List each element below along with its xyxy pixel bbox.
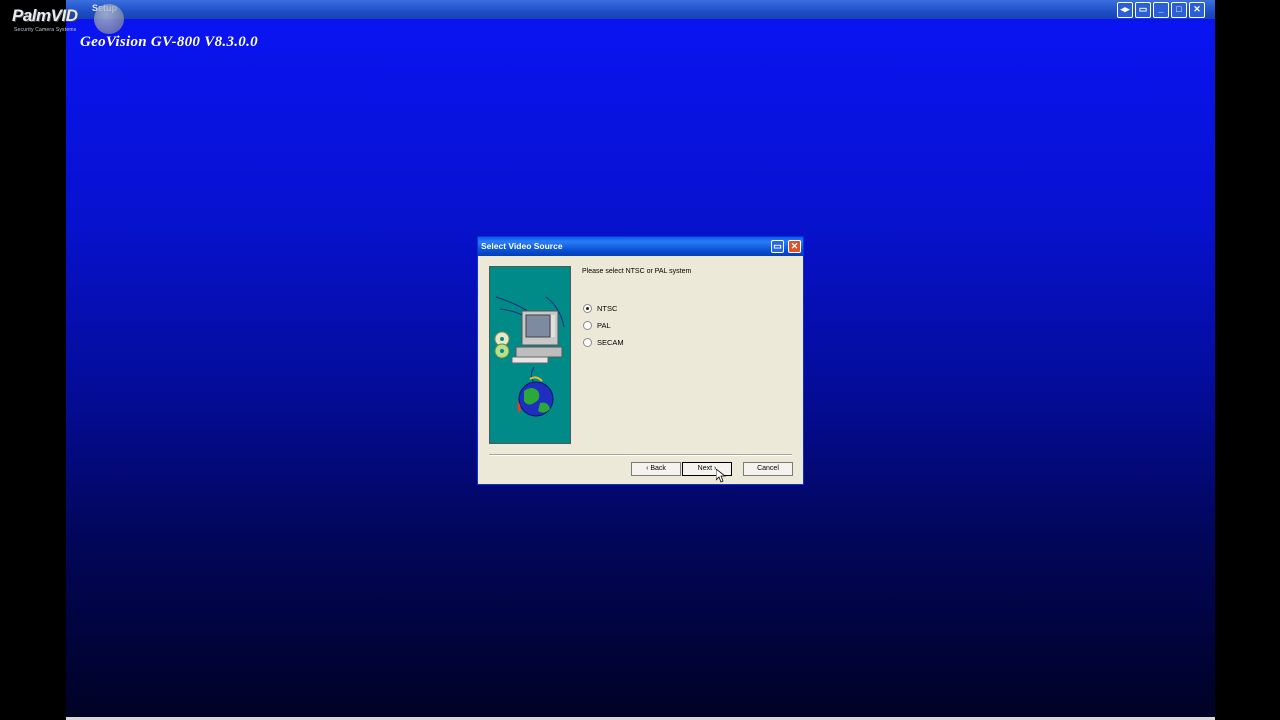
restore-icon[interactable]: ▭ — [1135, 2, 1151, 18]
logo-tagline: Security Camera Systems — [14, 27, 77, 33]
dialog-title-bar[interactable]: Select Video Source ▭ ✕ — [478, 237, 803, 256]
dialog-body: Please select NTSC or PAL system NTSC PA… — [478, 256, 803, 484]
maximize-icon[interactable]: □ — [1171, 2, 1187, 18]
app-title: GeoVision GV-800 V8.3.0.0 — [80, 34, 258, 50]
dialog-prompt: Please select NTSC or PAL system — [582, 268, 692, 275]
dialog-close-icon[interactable]: ✕ — [788, 240, 801, 253]
minimize-icon[interactable]: _ — [1153, 2, 1169, 18]
close-icon[interactable]: ✕ — [1189, 2, 1205, 18]
watermark-logo: PalmVID Security Camera Systems — [6, 2, 124, 36]
radio-label-secam: SECAM — [597, 338, 624, 347]
cancel-button[interactable]: Cancel — [743, 462, 793, 476]
outer-title-bar: Setup ◂▸ ▭ _ □ ✕ — [66, 0, 1215, 19]
logo-badge-icon — [94, 4, 124, 34]
logo-brand: PalmVID — [12, 6, 78, 25]
wizard-illustration — [489, 266, 571, 444]
radio-secam[interactable]: SECAM — [583, 338, 624, 347]
radio-label-pal: PAL — [597, 321, 611, 330]
select-video-source-dialog: Select Video Source ▭ ✕ Please select NT… — [477, 236, 804, 485]
resize-icon[interactable]: ◂▸ — [1117, 2, 1133, 18]
outer-window-controls: ◂▸ ▭ _ □ ✕ — [1117, 2, 1205, 18]
radio-button[interactable] — [583, 321, 592, 330]
radio-pal[interactable]: PAL — [583, 321, 611, 330]
computer-globe-icon — [494, 296, 565, 417]
back-button[interactable]: ‹ Back — [631, 462, 681, 476]
radio-ntsc[interactable]: NTSC — [583, 304, 617, 313]
radio-button-checked[interactable] — [583, 304, 592, 313]
dialog-title: Select Video Source — [481, 241, 563, 251]
radio-label-ntsc: NTSC — [597, 304, 618, 313]
radio-button[interactable] — [583, 338, 592, 347]
button-separator — [489, 454, 792, 456]
cursor-arrow-icon — [716, 469, 726, 483]
dialog-restore-icon[interactable]: ▭ — [771, 240, 784, 253]
